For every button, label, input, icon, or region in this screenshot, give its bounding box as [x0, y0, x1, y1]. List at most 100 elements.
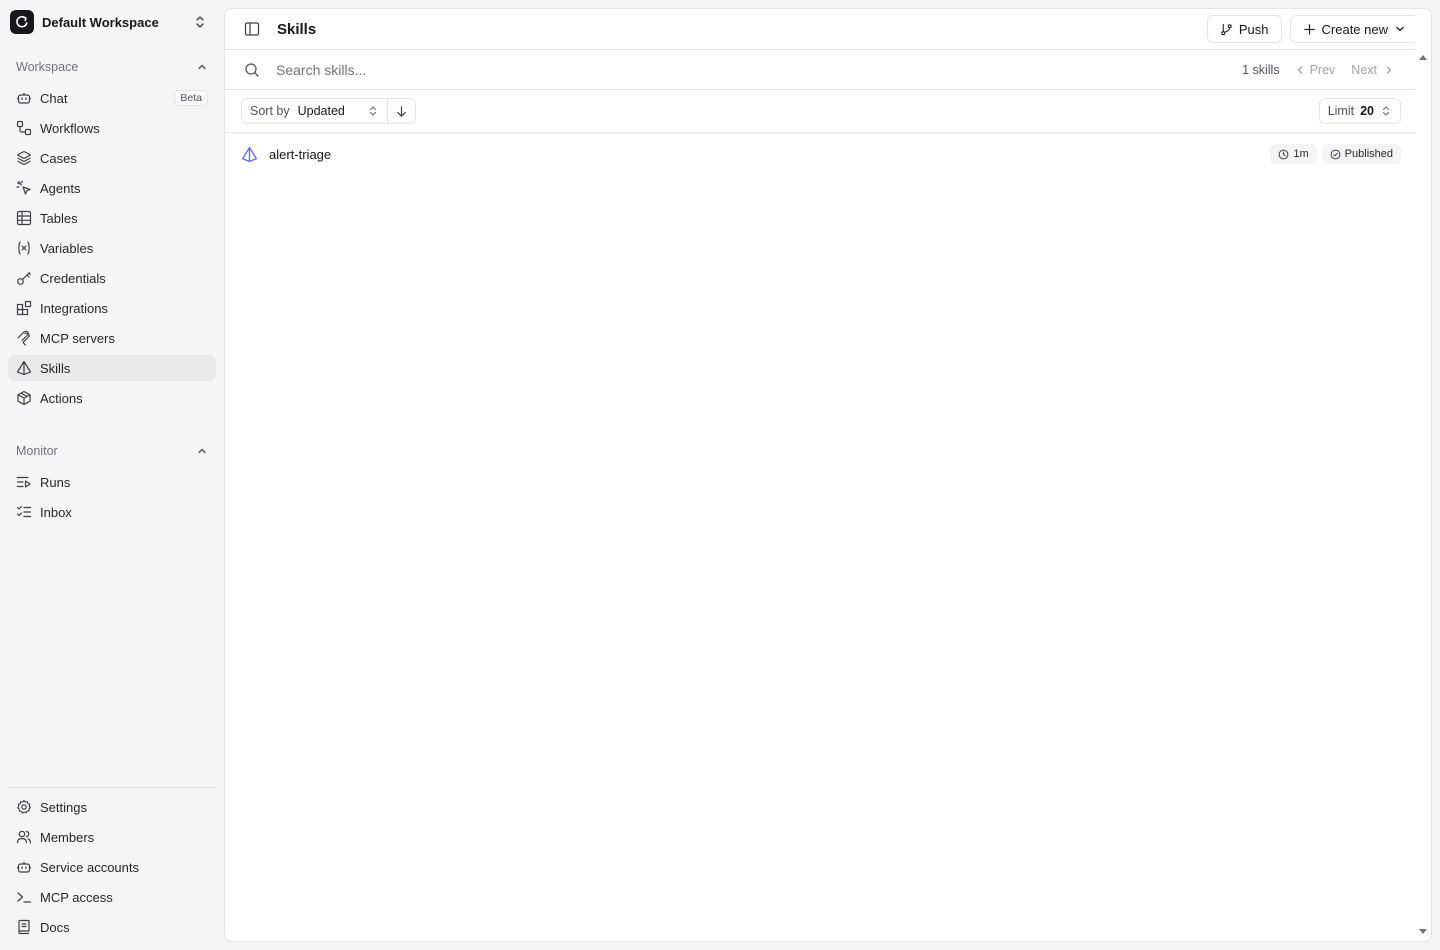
workspace-switcher[interactable]: Default Workspace	[8, 6, 216, 38]
list-item[interactable]: alert-triage 1m Published	[225, 134, 1417, 174]
sort-by-select[interactable]: Sort by Updated	[242, 99, 388, 123]
sidebar-item-service-accounts[interactable]: Service accounts	[8, 854, 216, 880]
terminal-icon	[17, 892, 32, 903]
next-page-button[interactable]: Next	[1351, 63, 1395, 77]
skill-name: alert-triage	[269, 146, 332, 162]
header-actions: Push Create new	[1206, 15, 1419, 43]
sidebar-item-runs[interactable]: Runs	[8, 469, 216, 495]
sort-control: Sort by Updated	[241, 98, 416, 124]
group-workspace-toggle[interactable]: Workspace	[8, 55, 216, 79]
sidebar-item-label: Skills	[40, 360, 71, 376]
sidebar-item-chat[interactable]: Chat Beta	[8, 85, 216, 111]
sparkle-cursor-icon	[16, 180, 31, 195]
updated-age-badge: 1m	[1270, 144, 1317, 164]
page-title: Skills	[277, 20, 317, 38]
sort-by-prefix: Sort by	[250, 104, 290, 118]
limit-select[interactable]: Limit 20	[1318, 98, 1401, 124]
sidebar-item-members[interactable]: Members	[8, 824, 216, 850]
status-badge: Published	[1321, 144, 1401, 164]
create-new-button-label: Create new	[1321, 21, 1388, 37]
box-icon	[17, 390, 31, 406]
sidebar-item-docs[interactable]: Docs	[8, 914, 216, 940]
variable-icon	[18, 241, 30, 255]
search-input[interactable]	[276, 61, 1176, 78]
limit-prefix: Limit	[1327, 104, 1355, 118]
sidebar-item-inbox[interactable]: Inbox	[8, 499, 216, 525]
sort-direction-button[interactable]	[388, 99, 415, 123]
push-button-label: Push	[1238, 21, 1269, 37]
sidebar-item-variables[interactable]: Variables	[8, 235, 216, 261]
sidebar-item-label: Service accounts	[40, 859, 139, 875]
chevrons-up-down-icon	[196, 16, 204, 28]
sidebar-item-label: Integrations	[40, 300, 108, 316]
group-monitor-label: Monitor	[16, 444, 58, 458]
sidebar-item-settings[interactable]: Settings	[8, 794, 216, 820]
sidebar-item-agents[interactable]: Agents	[8, 175, 216, 201]
beta-badge: Beta	[174, 90, 208, 106]
sidebar-item-label: MCP access	[40, 889, 113, 905]
sidebar-item-credentials[interactable]: Credentials	[8, 265, 216, 291]
chevron-right-icon	[1386, 65, 1392, 74]
sidebar-item-mcp-access[interactable]: MCP access	[8, 884, 216, 910]
sidebar-item-skills[interactable]: Skills	[8, 355, 216, 381]
sidebar-item-label: Settings	[40, 799, 87, 815]
table-icon	[16, 210, 32, 226]
sidebar-item-label: Agents	[40, 180, 81, 196]
next-page-label: Next	[1351, 62, 1377, 77]
skill-icon	[16, 360, 32, 376]
arrow-down-icon	[397, 105, 406, 117]
sidebar-item-cases[interactable]: Cases	[8, 145, 216, 171]
bot-icon	[17, 92, 31, 104]
pagination: 1 skills Prev Next	[1242, 63, 1395, 77]
chevron-down-icon	[1396, 26, 1404, 32]
workspace-logo-icon	[10, 10, 34, 34]
git-branch-icon	[1221, 23, 1232, 35]
sidebar-item-tables[interactable]: Tables	[8, 205, 216, 231]
sidebar-item-mcp-servers[interactable]: MCP servers	[8, 325, 216, 351]
sidebar-item-label: Credentials	[40, 270, 106, 286]
bot-icon	[17, 861, 31, 873]
sidebar-item-integrations[interactable]: Integrations	[8, 295, 216, 321]
create-new-button[interactable]: Create new	[1289, 15, 1419, 43]
search-icon	[245, 62, 259, 77]
book-icon	[18, 919, 30, 935]
sort-by-value: Updated	[297, 104, 345, 118]
check-circle-icon	[1330, 149, 1341, 159]
chevrons-up-down-icon	[1382, 106, 1390, 116]
status-label: Published	[1344, 148, 1393, 160]
scroll-down-arrow-icon[interactable]	[1418, 928, 1428, 936]
gear-icon	[17, 799, 32, 814]
sidebar-item-label: Members	[40, 829, 95, 845]
search-bar: 1 skills Prev Next	[225, 50, 1417, 90]
prev-page-label: Prev	[1309, 62, 1336, 77]
workspace-name: Default Workspace	[42, 14, 159, 30]
sidebar-item-label: Runs	[40, 474, 71, 490]
mcp-icon	[17, 330, 30, 346]
sidebar-item-label: Docs	[40, 919, 70, 935]
layers-icon	[16, 150, 32, 166]
sidebar-item-label: Workflows	[40, 120, 100, 136]
sidebar-item-label: Cases	[40, 150, 77, 166]
chevron-left-icon	[1297, 65, 1302, 74]
prev-page-button[interactable]: Prev	[1294, 62, 1336, 77]
scroll-up-arrow-icon[interactable]	[1418, 53, 1428, 61]
sidebar-item-actions[interactable]: Actions	[8, 385, 216, 411]
push-button[interactable]: Push	[1206, 15, 1282, 43]
workflow-icon	[16, 120, 32, 136]
page-header: Skills Push Create new	[225, 9, 1419, 50]
group-monitor-toggle[interactable]: Monitor	[8, 439, 216, 463]
blocks-icon	[16, 300, 32, 316]
runs-icon	[16, 476, 31, 488]
clock-icon	[1278, 149, 1289, 159]
row-badges: 1m Published	[1270, 144, 1401, 164]
skill-icon	[241, 146, 258, 162]
sidebar-item-workflows[interactable]: Workflows	[8, 115, 216, 141]
chevron-up-icon	[198, 64, 206, 70]
scrollbar[interactable]	[1415, 9, 1431, 941]
sidebar-item-label: Chat	[40, 90, 68, 106]
sidebar-toggle-icon[interactable]	[244, 21, 260, 37]
limit-value: 20	[1360, 104, 1374, 118]
chevrons-up-down-icon	[369, 106, 377, 116]
result-count: 1 skills	[1242, 62, 1280, 77]
chevron-up-icon	[198, 448, 206, 454]
